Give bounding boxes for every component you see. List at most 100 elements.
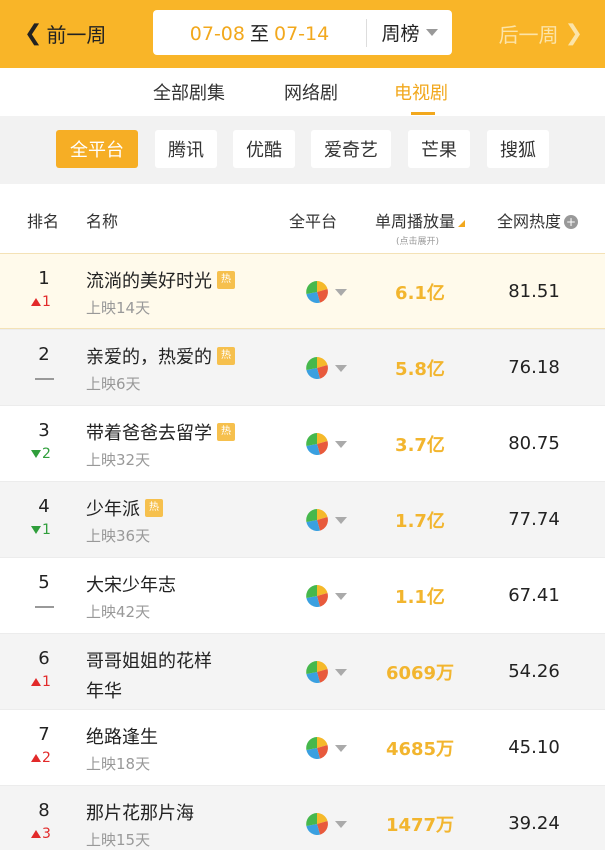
caret-down-icon[interactable] (335, 365, 347, 372)
table-row[interactable]: 4 1 少年派热上映36天 1.7亿 77.74 (0, 481, 605, 557)
tab-web-series[interactable]: 网络剧 (284, 79, 338, 105)
rank-change-value: 2 (42, 446, 51, 462)
table-row[interactable]: 2 亲爱的，热爱的热上映6天 5.8亿 76.18 (0, 329, 605, 405)
header-name: 名称 (86, 212, 119, 231)
rank-change: 2 (31, 750, 51, 766)
header-rank: 排名 (27, 212, 60, 231)
series-title[interactable]: 那片花那片海 (86, 799, 194, 825)
rank-number: 2 (38, 344, 50, 365)
caret-down-icon[interactable] (335, 289, 347, 296)
rank-change-value: 1 (42, 294, 51, 310)
table-row[interactable]: 7 2 绝路逢生 上映18天 4685万 45.10 (0, 709, 605, 785)
info-circle-icon[interactable]: + (564, 215, 579, 229)
series-title[interactable]: 流淌的美好时光热 (86, 267, 235, 293)
header-heat[interactable]: 全网热度 + (497, 208, 579, 232)
arrow-down-icon (31, 526, 41, 534)
table-row[interactable]: 3 2 带着爸爸去留学热上映32天 3.7亿 80.75 (0, 405, 605, 481)
rank-change: 1 (31, 674, 51, 690)
period-label: 周榜 (381, 23, 420, 45)
date-range[interactable]: 07-08 至 07-14 (153, 19, 366, 46)
arrow-up-icon (31, 754, 41, 762)
series-title[interactable]: 亲爱的，热爱的热 (86, 343, 235, 369)
date-start: 07-08 (189, 23, 245, 45)
weekly-views: 3.7亿 (395, 435, 445, 456)
series-title-text: 带着爸爸去留学 (86, 423, 212, 444)
chevron-right-icon: ❯ (564, 20, 583, 46)
caret-down-icon[interactable] (335, 821, 347, 828)
rank-change-value: 1 (42, 674, 51, 690)
series-title-text: 亲爱的，热爱的 (86, 347, 212, 368)
tab-all-series[interactable]: 全部剧集 (153, 79, 225, 105)
rank-change-value: 1 (42, 522, 51, 538)
date-range-selector[interactable]: 07-08 至 07-14 周榜 (153, 10, 452, 55)
rank-number: 1 (38, 268, 50, 289)
platform-youku[interactable]: 优酷 (233, 130, 295, 168)
table-row[interactable]: 6 1 哥哥姐姐的花样 年华 6069万 54.26 (0, 633, 605, 709)
series-title-text: 流淌的美好时光 (86, 271, 212, 292)
heat-index: 80.75 (508, 433, 560, 454)
header-weekly-views-hint: (点击展开) (396, 237, 440, 247)
rank-unchanged-mark (35, 378, 54, 380)
weekly-views: 1477万 (385, 815, 455, 836)
caret-down-icon[interactable] (335, 593, 347, 600)
pie-chart-icon[interactable] (306, 661, 328, 683)
pie-chart-icon[interactable] (306, 357, 328, 379)
series-title-line[interactable]: 年华 (86, 677, 122, 703)
prev-week-button[interactable]: ❮ 前一周 (24, 18, 106, 48)
series-title-line[interactable]: 哥哥姐姐的花样 (86, 647, 212, 673)
caret-down-icon[interactable] (335, 441, 347, 448)
platform-all[interactable]: 全平台 (56, 130, 138, 168)
header-heat-label: 全网热度 (497, 212, 562, 231)
platform-mango[interactable]: 芒果 (408, 130, 470, 168)
rank-change-value: 3 (42, 826, 51, 842)
hot-badge: 热 (145, 499, 163, 517)
date-to: 至 (249, 23, 269, 45)
next-week-button[interactable]: 后一周 ❯ (499, 18, 583, 48)
pie-chart-icon[interactable] (306, 433, 328, 455)
prev-week-label: 前一周 (46, 22, 107, 47)
table-row[interactable]: 1 1 流淌的美好时光热上映14天 6.1亿 81.51 (0, 253, 605, 329)
next-week-label: 后一周 (498, 22, 559, 47)
series-title[interactable]: 带着爸爸去留学热 (86, 419, 235, 445)
period-select[interactable]: 周榜 (367, 19, 452, 46)
series-title[interactable]: 少年派热 (86, 495, 163, 521)
rank-unchanged-mark (35, 606, 54, 608)
caret-down-icon[interactable] (335, 517, 347, 524)
arrow-down-icon (31, 450, 41, 458)
series-title[interactable]: 大宋少年志 (86, 571, 176, 597)
pie-chart-icon[interactable] (306, 509, 328, 531)
series-title[interactable]: 绝路逢生 (86, 723, 158, 749)
heat-index: 77.74 (508, 509, 560, 530)
table-row[interactable]: 5 大宋少年志 上映42天 1.1亿 67.41 (0, 557, 605, 633)
heat-index: 81.51 (508, 281, 560, 302)
heat-index: 45.10 (508, 737, 560, 758)
rank-change: 1 (31, 294, 51, 310)
pie-chart-icon[interactable] (306, 585, 328, 607)
table-row[interactable]: 8 3 那片花那片海 上映15天 1477万 39.24 (0, 785, 605, 850)
days-on-air: 上映6天 (86, 375, 141, 393)
weekly-views: 1.1亿 (395, 587, 445, 608)
table-header: 排名 名称 全平台 单周播放量 (点击展开) 全网热度 + (0, 184, 605, 252)
caret-down-icon[interactable] (335, 669, 347, 676)
pie-chart-icon[interactable] (306, 737, 328, 759)
platform-sohu[interactable]: 搜狐 (487, 130, 549, 168)
tab-tv-series[interactable]: 电视剧 (394, 79, 448, 105)
arrow-up-icon (31, 678, 41, 686)
series-title-text: 绝路逢生 (86, 727, 158, 748)
header-weekly-views[interactable]: 单周播放量 (375, 208, 466, 232)
pie-chart-icon[interactable] (306, 281, 328, 303)
series-title-text: 那片花那片海 (86, 803, 194, 824)
hot-badge: 热 (217, 347, 235, 365)
rank-number: 7 (38, 724, 50, 745)
header-platform[interactable]: 全平台 (289, 208, 337, 232)
top-bar: ❮ 前一周 07-08 至 07-14 周榜 后一周 ❯ (0, 0, 605, 68)
rank-number: 5 (38, 572, 50, 593)
rank-change: 1 (31, 522, 51, 538)
platform-tencent[interactable]: 腾讯 (155, 130, 217, 168)
rank-number: 4 (38, 496, 50, 517)
platform-filter: 全平台 腾讯 优酷 爱奇艺 芒果 搜狐 (0, 116, 605, 184)
arrow-up-icon (31, 298, 41, 306)
caret-down-icon[interactable] (335, 745, 347, 752)
platform-iqiyi[interactable]: 爱奇艺 (311, 130, 391, 168)
pie-chart-icon[interactable] (306, 813, 328, 835)
